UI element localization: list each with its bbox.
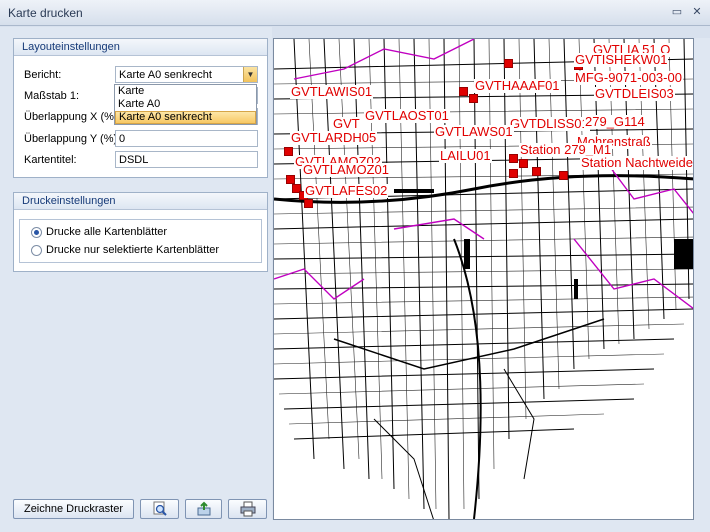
map-label: 279_G114	[584, 114, 646, 129]
bericht-dropdown-list: Karte Karte A0 Karte A0 senkrecht	[114, 84, 257, 125]
radio-print-selected[interactable]: Drucke nur selektierte Kartenblätter	[31, 244, 219, 256]
map-parcels	[274, 39, 693, 519]
map-marker[interactable]	[532, 167, 541, 176]
chevron-down-icon[interactable]: ▼	[243, 67, 257, 82]
dropdown-option-karte-a0[interactable]: Karte A0	[115, 98, 256, 111]
map-marker[interactable]	[509, 154, 518, 163]
ueberlappung-y-input[interactable]: 0	[115, 130, 258, 147]
radio-print-selected-label: Drucke nur selektierte Kartenblätter	[46, 244, 220, 256]
map-label: GVTISHEKW01	[574, 52, 669, 67]
map-label: GVTLARDH05	[290, 130, 378, 145]
radio-print-all-label: Drucke alle Kartenblätter	[46, 226, 168, 238]
bottom-margin	[272, 520, 710, 532]
preview-button[interactable]	[140, 499, 179, 519]
bericht-label: Bericht:	[24, 69, 62, 81]
map-label: GVTLAOST01	[364, 108, 450, 123]
kartentitel-label: Kartentitel:	[24, 154, 77, 166]
bericht-value: Karte A0 senkrecht	[119, 69, 212, 81]
print-button[interactable]	[228, 499, 267, 519]
map-label: GVTLAFES02	[304, 183, 389, 198]
massstab-label: Maßstab 1:	[24, 90, 80, 102]
map-marker[interactable]	[504, 59, 513, 68]
restore-icon[interactable]: ▭	[670, 5, 684, 19]
map-marker[interactable]	[459, 87, 468, 96]
zeichne-druckraster-button[interactable]: Zeichne Druckraster	[13, 499, 134, 519]
dropdown-option-karte[interactable]: Karte	[115, 85, 256, 98]
bericht-combo[interactable]: Karte A0 senkrecht ▼	[115, 66, 258, 83]
window-titlebar: Karte drucken ▭ ✕	[0, 0, 710, 26]
magnifier-icon	[153, 501, 167, 516]
kartentitel-input[interactable]: DSDL	[115, 151, 258, 168]
map-label: LAILU01	[439, 148, 492, 163]
printer-icon	[240, 501, 255, 517]
map-marker[interactable]	[284, 147, 293, 156]
window-title: Karte drucken	[8, 6, 83, 20]
ueberlappung-y-label: Überlappung Y (%):	[24, 133, 121, 145]
map-marker[interactable]	[509, 169, 518, 178]
layout-settings-header: Layouteinstellungen	[14, 39, 267, 56]
map-canvas[interactable]: GVTLIA 51 O GVTISHEKW01 MFG-9071-003-00 …	[273, 38, 694, 520]
map-label: GVTLAWS01	[434, 124, 514, 139]
close-icon[interactable]: ✕	[690, 5, 704, 19]
map-marker[interactable]	[304, 199, 313, 208]
radio-unchecked-icon[interactable]	[31, 244, 42, 256]
print-settings-group: Druckeinstellungen Drucke alle Kartenblä…	[13, 192, 268, 272]
export-icon	[197, 501, 210, 516]
map-right-margin	[694, 38, 710, 520]
map-marker[interactable]	[519, 159, 528, 168]
ueberlappung-x-label: Überlappung X (%):	[24, 111, 121, 123]
radio-print-all[interactable]: Drucke alle Kartenblätter	[31, 226, 167, 238]
dropdown-option-karte-a0-senkrecht[interactable]: Karte A0 senkrecht	[115, 111, 256, 124]
map-marker[interactable]	[286, 175, 295, 184]
map-label: GVTLAWIS01	[290, 84, 374, 99]
map-marker[interactable]	[469, 94, 478, 103]
map-label: GVTDLEIS03	[594, 86, 675, 101]
print-settings-header: Druckeinstellungen	[14, 193, 267, 210]
map-label: Station Nachtweide	[580, 155, 694, 170]
map-marker[interactable]	[559, 171, 568, 180]
radio-checked-icon[interactable]	[31, 226, 42, 238]
export-button[interactable]	[185, 499, 222, 519]
map-label: GVTHAAAF01	[474, 78, 561, 93]
map-label: GVTLAMOZ01	[302, 162, 390, 177]
map-label: GVT	[332, 116, 361, 131]
map-label: GVTDLISS01	[509, 116, 590, 131]
map-label: MFG-9071-003-00	[574, 70, 683, 85]
